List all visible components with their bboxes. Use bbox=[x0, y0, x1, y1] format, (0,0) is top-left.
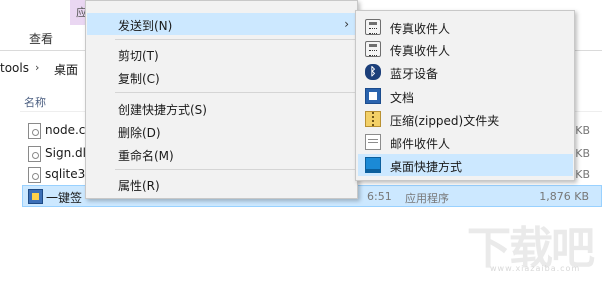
file-icon bbox=[28, 167, 41, 183]
application-icon bbox=[28, 189, 43, 204]
send-to-zip-folder[interactable]: 压缩(zipped)文件夹 bbox=[358, 108, 573, 130]
submenu-item-label: 传真收件人 bbox=[390, 44, 451, 58]
file-size: KB bbox=[575, 124, 590, 137]
file-size: KB bbox=[575, 168, 590, 181]
menu-item-label: 发送到(N) bbox=[118, 19, 173, 33]
menu-item-label: 属性(R) bbox=[118, 179, 160, 193]
menu-item-copy[interactable]: 复制(C) bbox=[87, 66, 357, 88]
fax-icon bbox=[365, 41, 381, 57]
send-to-mail-recipient[interactable]: 邮件收件人 bbox=[358, 131, 573, 153]
menu-item-rename[interactable]: 重命名(M) bbox=[87, 143, 357, 165]
zip-folder-icon bbox=[365, 111, 381, 127]
submenu-item-label: 文档 bbox=[390, 91, 415, 105]
mail-icon bbox=[365, 134, 381, 150]
menu-item-label: 创建快捷方式(S) bbox=[118, 103, 207, 117]
send-to-submenu: 传真收件人 传真收件人 ᛒ 蓝牙设备 文档 压缩(zipped)文件夹 邮件收件… bbox=[355, 10, 575, 181]
menu-item-cut[interactable]: 剪切(T) bbox=[87, 43, 357, 65]
submenu-arrow-icon: › bbox=[344, 17, 349, 31]
context-menu: 发送到(N) › 剪切(T) 复制(C) 创建快捷方式(S) 删除(D) 重命名… bbox=[85, 0, 358, 199]
menu-item-send-to[interactable]: 发送到(N) › bbox=[87, 13, 357, 35]
send-to-documents[interactable]: 文档 bbox=[358, 85, 573, 107]
menu-item-label: 删除(D) bbox=[118, 126, 161, 140]
file-name: 一键签 bbox=[46, 191, 83, 205]
send-to-desktop-shortcut[interactable]: 桌面快捷方式 bbox=[358, 154, 573, 176]
breadcrumb-desktop[interactable]: 桌面 bbox=[54, 61, 78, 78]
submenu-item-label: 蓝牙设备 bbox=[390, 67, 439, 81]
menu-separator bbox=[115, 39, 355, 40]
watermark-logo: 下 载 吧 www.xiazaiba.com bbox=[467, 212, 597, 276]
file-icon bbox=[28, 146, 41, 162]
breadcrumb-separator[interactable]: › bbox=[35, 61, 39, 74]
file-name: Sign.dl bbox=[45, 146, 86, 160]
menu-item-delete[interactable]: 删除(D) bbox=[87, 120, 357, 142]
send-to-fax-recipient[interactable]: 传真收件人 bbox=[358, 38, 573, 60]
file-name: node.c bbox=[45, 123, 86, 137]
menu-item-label: 剪切(T) bbox=[118, 49, 159, 63]
submenu-item-label: 传真收件人 bbox=[390, 22, 451, 36]
menu-separator bbox=[115, 169, 355, 170]
watermark-url: www.xiazaiba.com bbox=[490, 264, 581, 273]
submenu-item-label: 压缩(zipped)文件夹 bbox=[390, 114, 500, 128]
file-name: sqlite3 bbox=[45, 167, 86, 181]
menu-item-properties[interactable]: 属性(R) bbox=[87, 173, 357, 195]
bluetooth-icon: ᛒ bbox=[365, 64, 381, 80]
submenu-item-label: 邮件收件人 bbox=[390, 137, 451, 151]
fax-icon bbox=[365, 19, 381, 35]
file-size: KB bbox=[575, 147, 590, 160]
desktop-icon bbox=[365, 157, 381, 173]
menu-item-label: 复制(C) bbox=[118, 72, 160, 86]
file-icon bbox=[28, 123, 41, 139]
file-type: 应用程序 bbox=[405, 192, 449, 205]
file-modified-time: 6:51 bbox=[367, 190, 392, 203]
file-size: 1,876 KB bbox=[539, 190, 589, 203]
menu-item-create-shortcut[interactable]: 创建快捷方式(S) bbox=[87, 97, 357, 119]
submenu-item-label: 桌面快捷方式 bbox=[390, 160, 463, 174]
breadcrumb-tools[interactable]: tools bbox=[0, 61, 29, 75]
send-to-fax-recipient[interactable]: 传真收件人 bbox=[358, 16, 573, 38]
documents-icon bbox=[365, 88, 381, 104]
menu-item-label: 重命名(M) bbox=[118, 149, 174, 163]
send-to-bluetooth[interactable]: ᛒ 蓝牙设备 bbox=[358, 61, 573, 83]
menu-separator bbox=[115, 92, 355, 93]
tab-view[interactable]: 查看 bbox=[29, 30, 53, 47]
column-header-name[interactable]: 名称 bbox=[24, 94, 46, 110]
